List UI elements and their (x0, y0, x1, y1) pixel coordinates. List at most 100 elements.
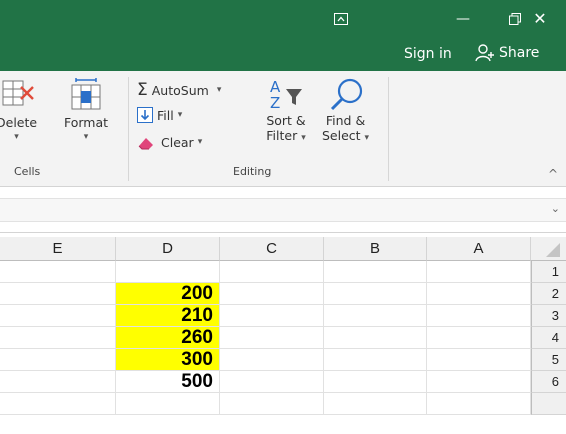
autosum-caret-icon: ▾ (216, 85, 222, 95)
share-button[interactable]: Share (475, 44, 539, 62)
cell-e7[interactable] (0, 393, 116, 415)
delete-cells-button[interactable]: Delete ▾ (0, 77, 37, 145)
title-bar: — ✕ (0, 0, 566, 37)
fill-label: Fill (157, 107, 174, 123)
worksheet-grid[interactable]: E D C B A 1 2 3 4 5 6 200 210 260 300 50… (0, 237, 566, 434)
row-header[interactable]: 5 (531, 349, 566, 371)
minimize-button[interactable]: — (437, 0, 489, 37)
person-add-icon (475, 44, 494, 62)
cell-e1[interactable] (0, 261, 116, 283)
column-header-e[interactable]: E (0, 237, 116, 261)
fill-down-icon (137, 107, 153, 123)
row-header[interactable]: 1 (531, 261, 566, 283)
sort-filter-icon: A Z (270, 78, 302, 111)
cell-c5[interactable] (220, 349, 324, 371)
ribbon-display-options-icon (334, 12, 348, 25)
fill-caret-icon: ▾ (177, 110, 183, 120)
find-select-button[interactable]: Find & Select ▾ (322, 77, 369, 146)
sort-filter-button[interactable]: A Z Sort & Filter ▾ (264, 77, 308, 146)
expand-formula-bar-button[interactable]: ⌄ (551, 202, 560, 215)
cell-e2[interactable] (0, 283, 116, 305)
sort-filter-label-2: Filter (266, 128, 298, 143)
cell-b3[interactable] (324, 305, 427, 327)
cell-b7[interactable] (324, 393, 427, 415)
cell-b5[interactable] (324, 349, 427, 371)
column-header-b[interactable]: B (324, 237, 427, 261)
magnifier-icon (330, 78, 362, 111)
delete-label: Delete (0, 115, 38, 130)
cell-d1[interactable] (116, 261, 220, 283)
share-label: Share (499, 45, 540, 61)
cell-d2[interactable]: 200 (116, 283, 220, 305)
column-header-d[interactable]: D (116, 237, 220, 261)
sign-in-link[interactable]: Sign in (404, 46, 452, 62)
close-button[interactable]: ✕ (514, 0, 566, 37)
format-caret-icon: ▾ (83, 132, 89, 142)
formula-input[interactable] (0, 198, 566, 222)
cell-a2[interactable] (427, 283, 531, 305)
chevron-down-icon: ⌄ (550, 202, 560, 215)
column-header-c[interactable]: C (220, 237, 324, 261)
cell-c2[interactable] (220, 283, 324, 305)
delete-caret-icon: ▾ (14, 132, 19, 142)
cell-c6[interactable] (220, 371, 324, 393)
cell-c7[interactable] (220, 393, 324, 415)
format-cells-icon (71, 78, 101, 110)
row-header[interactable]: 6 (531, 371, 566, 393)
cell-b4[interactable] (324, 327, 427, 349)
cell-b2[interactable] (324, 283, 427, 305)
row-header[interactable]: 2 (531, 283, 566, 305)
cell-b1[interactable] (324, 261, 427, 283)
cell-a7[interactable] (427, 393, 531, 415)
cell-a4[interactable] (427, 327, 531, 349)
select-all-icon (546, 243, 560, 257)
eraser-icon (138, 138, 153, 150)
clear-button[interactable]: Clear ▾ (137, 134, 202, 150)
cells-group-label: Cells (14, 165, 41, 178)
row-header[interactable]: 4 (531, 327, 566, 349)
cell-a1[interactable] (427, 261, 531, 283)
editing-group-label: Editing (233, 165, 272, 178)
ribbon-display-options-button[interactable] (315, 0, 367, 37)
sort-filter-label-1: Sort & (266, 113, 306, 128)
cell-e5[interactable] (0, 349, 116, 371)
delete-cells-icon (2, 80, 34, 106)
cell-d6[interactable]: 500 (116, 371, 220, 393)
column-header-a[interactable]: A (427, 237, 531, 261)
sigma-icon: Σ (137, 80, 148, 100)
format-label: Format (64, 115, 109, 130)
clear-label: Clear (161, 134, 194, 150)
cell-c3[interactable] (220, 305, 324, 327)
cell-c1[interactable] (220, 261, 324, 283)
select-all-button[interactable] (531, 237, 566, 261)
ribbon: Delete ▾ Format ▾ Cells Σ AutoSum ▾ Fill… (0, 71, 566, 187)
cell-e4[interactable] (0, 327, 116, 349)
autosum-label: AutoSum (151, 82, 209, 98)
collapse-ribbon-button[interactable]: ^ (548, 167, 558, 181)
svg-text:Z: Z (270, 94, 280, 111)
find-select-label-1: Find & (325, 113, 366, 128)
minimize-icon: — (456, 10, 470, 27)
cell-d3[interactable]: 210 (116, 305, 220, 327)
cell-e3[interactable] (0, 305, 116, 327)
format-cells-button[interactable]: Format ▾ (64, 77, 108, 145)
cell-a5[interactable] (427, 349, 531, 371)
cell-e6[interactable] (0, 371, 116, 393)
close-icon: ✕ (533, 9, 547, 28)
cell-d7[interactable] (116, 393, 220, 415)
cell-d5[interactable]: 300 (116, 349, 220, 371)
cell-d4[interactable]: 260 (116, 327, 220, 349)
cell-c4[interactable] (220, 327, 324, 349)
autosum-button[interactable]: Σ AutoSum ▾ (137, 80, 221, 100)
fill-button[interactable]: Fill ▾ (137, 107, 182, 123)
cell-b6[interactable] (324, 371, 427, 393)
cell-a3[interactable] (427, 305, 531, 327)
ribbon-group-divider (388, 77, 389, 181)
clear-caret-icon: ▾ (197, 137, 203, 147)
row-header[interactable]: 3 (531, 305, 566, 327)
ribbon-group-divider (128, 77, 129, 181)
find-select-caret-icon: ▾ (364, 133, 370, 143)
cell-a6[interactable] (427, 371, 531, 393)
formula-bar: ⌄ (0, 187, 566, 233)
row-header[interactable] (531, 393, 566, 415)
